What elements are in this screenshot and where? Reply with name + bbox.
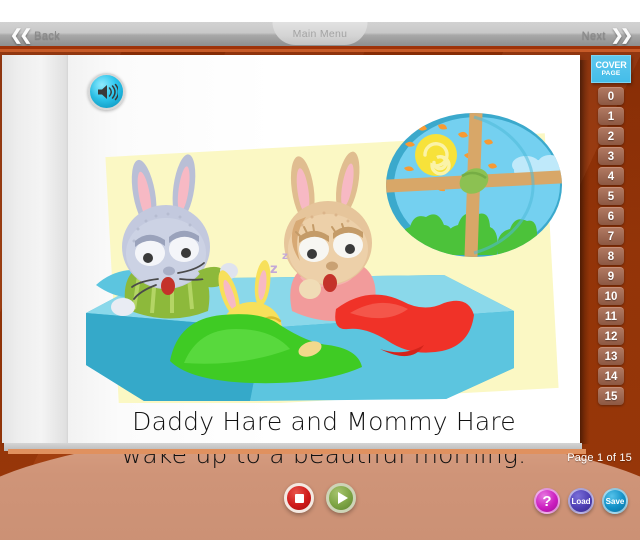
cover-page-label-line1: COVER bbox=[595, 59, 627, 70]
audio-play-button[interactable] bbox=[88, 73, 125, 110]
page-button-10[interactable]: 10 bbox=[598, 287, 624, 305]
double-chevron-left-icon: ❮❮ bbox=[10, 27, 32, 44]
story-text: Daddy Hare and Mommy Hare wake up to a b… bbox=[84, 405, 564, 472]
help-button[interactable]: ? bbox=[534, 488, 560, 514]
double-chevron-right-icon: ❯❯ bbox=[610, 27, 633, 44]
book-page: z z Daddy Hare and Mommy Hare wake up to… bbox=[2, 55, 580, 469]
page-button-1[interactable]: 1 bbox=[598, 107, 624, 125]
cover-page-button[interactable]: COVER PAGE bbox=[591, 55, 631, 83]
stop-button[interactable] bbox=[284, 483, 314, 513]
book-spine bbox=[2, 55, 68, 443]
page-button-7[interactable]: 7 bbox=[598, 227, 624, 245]
play-icon bbox=[337, 492, 348, 504]
main-menu-button[interactable]: Main Menu bbox=[272, 22, 368, 45]
back-button[interactable]: ❮❮ Back bbox=[10, 22, 60, 49]
save-button[interactable]: Save bbox=[602, 488, 628, 514]
next-button[interactable]: Next ❯❯ bbox=[581, 22, 633, 49]
illustration-artwork: z z bbox=[86, 113, 562, 401]
page-button-0[interactable]: 0 bbox=[598, 87, 624, 105]
page-button-4[interactable]: 4 bbox=[598, 167, 624, 185]
load-button-label: Load bbox=[571, 496, 591, 506]
page-button-3[interactable]: 3 bbox=[598, 147, 624, 165]
help-icon: ? bbox=[542, 492, 552, 510]
cover-page-label-line2: PAGE bbox=[601, 69, 621, 77]
page-button-5[interactable]: 5 bbox=[598, 187, 624, 205]
story-illustration: z z bbox=[74, 113, 574, 403]
page-indicator: Page 1 of 15 bbox=[567, 452, 632, 464]
svg-text:z: z bbox=[282, 251, 288, 262]
stop-icon bbox=[294, 493, 304, 503]
page-button-13[interactable]: 13 bbox=[598, 347, 624, 365]
utility-buttons: ? Load Save bbox=[534, 488, 628, 514]
window-top-strip bbox=[0, 0, 640, 22]
page-button-6[interactable]: 6 bbox=[598, 207, 624, 225]
story-text-line-1: Daddy Hare and Mommy Hare bbox=[132, 407, 516, 436]
back-button-label: Back bbox=[34, 29, 61, 42]
page-button-14[interactable]: 14 bbox=[598, 367, 624, 385]
book-bottom-edge-accent bbox=[8, 449, 586, 454]
page-button-11[interactable]: 11 bbox=[598, 307, 624, 325]
save-button-label: Save bbox=[605, 496, 625, 506]
page-button-2[interactable]: 2 bbox=[598, 127, 624, 145]
svg-text:z: z bbox=[270, 262, 278, 277]
page-button-8[interactable]: 8 bbox=[598, 247, 624, 265]
storybook-app: ❮❮ Back Next ❯❯ Main Menu z z Daddy Hare… bbox=[0, 0, 640, 540]
speaker-icon bbox=[97, 83, 118, 100]
page-button-9[interactable]: 9 bbox=[598, 267, 624, 285]
page-navigation-rail: COVER PAGE 0 1 2 3 4 5 6 7 8 9 10 11 12 … bbox=[582, 55, 640, 425]
transport-controls bbox=[284, 483, 356, 513]
load-button[interactable]: Load bbox=[568, 488, 594, 514]
next-button-label: Next bbox=[581, 29, 606, 42]
play-button[interactable] bbox=[326, 483, 356, 513]
main-menu-label: Main Menu bbox=[292, 27, 348, 40]
page-button-12[interactable]: 12 bbox=[598, 327, 624, 345]
toolbar-accent-edge bbox=[0, 49, 640, 52]
page-button-15[interactable]: 15 bbox=[598, 387, 624, 405]
